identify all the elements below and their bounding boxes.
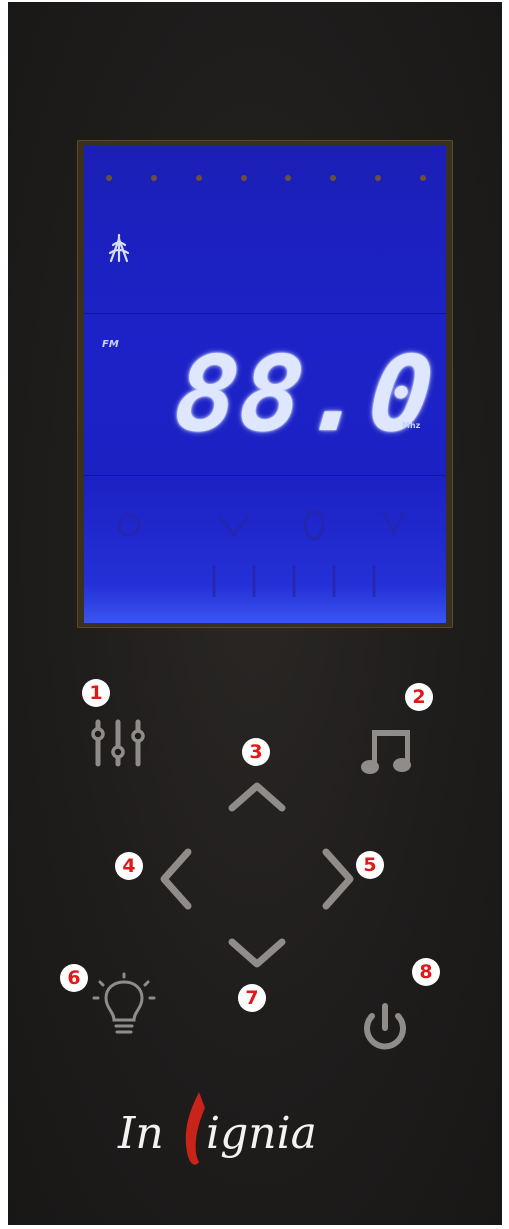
equalizer-badge: 1 xyxy=(82,679,110,707)
indicator-dot xyxy=(150,175,157,181)
indicator-dot xyxy=(285,175,292,181)
lightbulb-icon[interactable] xyxy=(92,972,156,1044)
indicator-dot xyxy=(375,175,382,181)
chevron-up-icon[interactable] xyxy=(226,776,288,816)
indicator-dot xyxy=(330,175,337,181)
up-badge: 3 xyxy=(242,738,270,766)
light-badge: 6 xyxy=(60,964,88,992)
lcd-display: FM 88.0 Mhz xyxy=(84,145,446,623)
antenna-icon xyxy=(108,233,130,263)
chevron-left-icon[interactable] xyxy=(154,846,196,912)
right-badge: 5 xyxy=(356,851,384,879)
power-icon[interactable] xyxy=(356,1000,414,1058)
indicator-dot xyxy=(106,175,112,181)
left-badge: 4 xyxy=(115,852,143,880)
music-badge: 2 xyxy=(405,683,433,711)
down-badge: 7 xyxy=(238,984,266,1012)
indicator-dot xyxy=(240,175,247,181)
chevron-right-icon[interactable] xyxy=(318,846,360,912)
equalizer-sliders-icon[interactable] xyxy=(84,716,154,768)
frequency-readout: 88.0 xyxy=(169,333,441,455)
indicator-dots xyxy=(106,175,426,181)
indicator-dot xyxy=(419,175,426,181)
frequency-unit: Mhz xyxy=(402,421,421,430)
power-badge: 8 xyxy=(412,958,440,986)
unlit-segments xyxy=(117,509,406,597)
music-note-icon[interactable] xyxy=(358,722,418,778)
brand-logo: In ignia xyxy=(118,1092,408,1178)
brand-suffix: ignia xyxy=(206,1108,317,1159)
band-label: FM xyxy=(102,339,119,350)
indicator-dot xyxy=(195,175,202,181)
brand-prefix: In xyxy=(118,1108,164,1159)
flame-logo-icon xyxy=(185,1092,205,1165)
chevron-down-icon[interactable] xyxy=(226,934,288,974)
